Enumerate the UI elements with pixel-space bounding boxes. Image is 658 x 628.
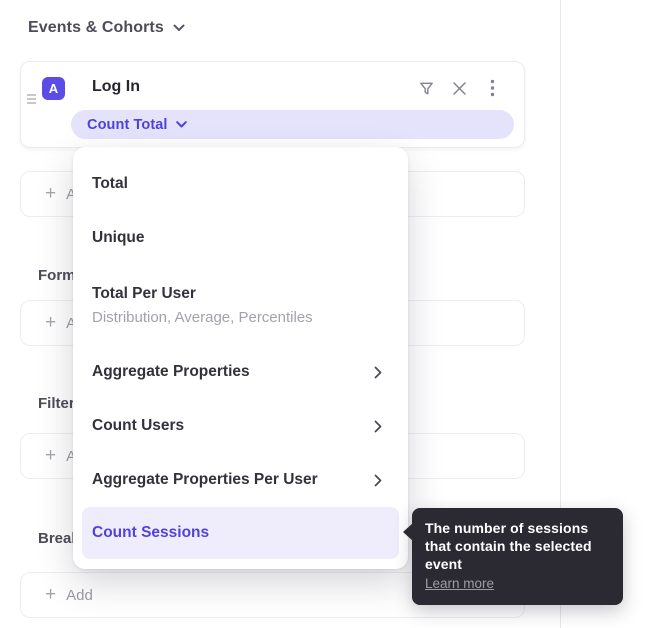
- kebab-icon: [490, 79, 495, 97]
- measurement-pill[interactable]: Count Total: [71, 110, 514, 139]
- menu-item-total-per-user[interactable]: Total Per User Distribution, Average, Pe…: [73, 265, 408, 345]
- events-cohorts-header[interactable]: Events & Cohorts: [28, 19, 185, 37]
- chevron-right-icon: [374, 474, 382, 487]
- plus-icon: +: [45, 184, 56, 203]
- menu-item-sublabel: Distribution, Average, Percentiles: [92, 309, 313, 326]
- menu-item-label: Count Sessions: [92, 524, 209, 542]
- plus-icon: +: [45, 446, 56, 465]
- menu-item-label: Aggregate Properties: [92, 363, 250, 381]
- event-card: A Log In Count Total: [20, 61, 525, 148]
- measurement-menu: Total Unique Total Per User Distribution…: [73, 147, 408, 569]
- measurement-label: Count Total: [87, 117, 168, 133]
- menu-item-count-users[interactable]: Count Users: [73, 399, 408, 453]
- close-icon: [452, 81, 467, 96]
- chevron-down-icon: [176, 121, 187, 128]
- remove-event-button[interactable]: [449, 78, 469, 98]
- menu-item-label: Unique: [92, 229, 145, 247]
- menu-item-label: Total Per User: [92, 285, 313, 303]
- menu-item-label: Total: [92, 175, 128, 193]
- filter-event-button[interactable]: [416, 78, 436, 98]
- plus-icon: +: [45, 313, 56, 332]
- page-title: Events & Cohorts: [28, 19, 164, 37]
- chevron-right-icon: [374, 420, 382, 433]
- event-card-actions: [416, 78, 502, 98]
- funnel-icon: [418, 80, 435, 97]
- menu-item-label: Count Users: [92, 417, 184, 435]
- event-name[interactable]: Log In: [92, 78, 140, 96]
- tooltip-arrow: [403, 523, 413, 541]
- event-options-button[interactable]: [482, 78, 502, 98]
- chevron-down-icon: [173, 24, 185, 32]
- drag-handle-icon[interactable]: [26, 91, 37, 109]
- count-sessions-tooltip: The number of sessions that contain the …: [412, 508, 623, 605]
- query-builder-panel: Events & Cohorts + Add Formulas + Add Fi…: [0, 0, 658, 628]
- chevron-right-icon: [374, 366, 382, 379]
- menu-item-total[interactable]: Total: [73, 157, 408, 211]
- menu-item-count-sessions[interactable]: Count Sessions: [82, 507, 399, 559]
- menu-item-unique[interactable]: Unique: [73, 211, 408, 265]
- menu-item-aggregate-properties[interactable]: Aggregate Properties: [73, 345, 408, 399]
- menu-item-aggregate-properties-per-user[interactable]: Aggregate Properties Per User: [73, 453, 408, 507]
- learn-more-link[interactable]: Learn more: [425, 576, 494, 591]
- plus-icon: +: [45, 585, 56, 604]
- tooltip-text: The number of sessions that contain the …: [425, 519, 610, 573]
- add-label: Add: [66, 587, 93, 604]
- event-letter-badge: A: [42, 77, 65, 100]
- menu-item-label: Aggregate Properties Per User: [92, 471, 318, 489]
